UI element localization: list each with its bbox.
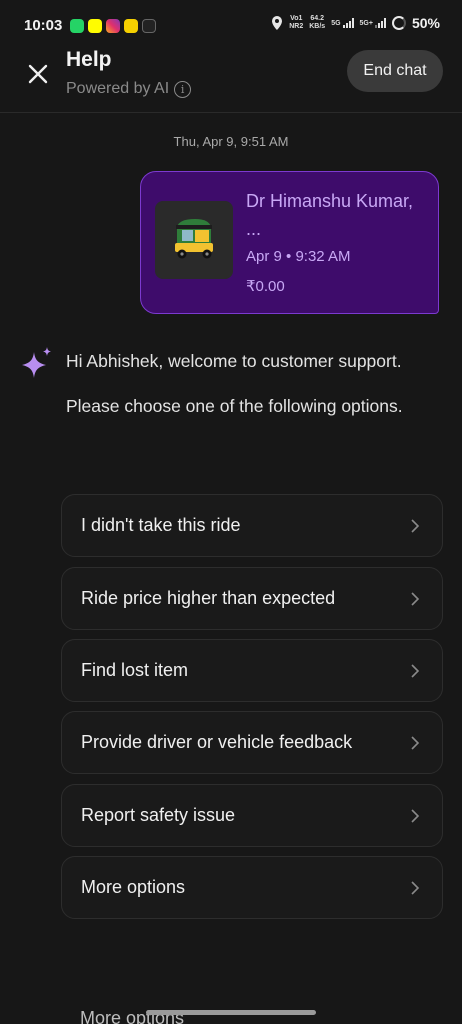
option-label: I didn't take this ride bbox=[81, 515, 241, 535]
option-label: Report safety issue bbox=[81, 805, 236, 825]
chevron-right-icon bbox=[411, 592, 420, 606]
chat-header: Help Powered by AI i End chat bbox=[0, 44, 462, 114]
close-button[interactable] bbox=[24, 60, 52, 88]
chevron-right-icon bbox=[411, 881, 420, 895]
sim1-signal-icon: 5G bbox=[331, 18, 354, 28]
status-right: Vo1 NR2 64.2 KB/s 5G 5G+ 50% bbox=[271, 15, 440, 31]
chevron-right-icon bbox=[411, 809, 420, 823]
chevron-right-icon bbox=[411, 736, 420, 750]
message-timestamp: Thu, Apr 9, 9:51 AM bbox=[173, 134, 289, 149]
instagram-icon bbox=[106, 19, 120, 33]
chevron-right-icon bbox=[411, 519, 420, 533]
snapchat-icon bbox=[88, 19, 102, 33]
auto-rickshaw-icon bbox=[175, 219, 213, 259]
trip-card[interactable]: Dr Himanshu Kumar, ... Apr 9 • 9:32 AM ₹… bbox=[140, 171, 439, 314]
option-find-lost-item[interactable]: Find lost item bbox=[61, 639, 443, 702]
powered-by-label: Powered by AI i bbox=[66, 80, 192, 98]
bot-prompt: Please choose one of the following optio… bbox=[66, 396, 403, 416]
network-speed: 64.2 KB/s bbox=[309, 15, 326, 30]
option-label: More options bbox=[81, 877, 186, 897]
trip-price: ₹0.00 bbox=[246, 278, 285, 295]
battery-percent: 50% bbox=[411, 15, 440, 31]
option-didnt-take-ride[interactable]: I didn't take this ride bbox=[61, 494, 443, 557]
uber-icon bbox=[142, 19, 156, 33]
status-bar: 10:03 Vo1 NR2 64.2 KB/s 5G 5G+ 50% bbox=[0, 0, 462, 48]
app-notification-icon bbox=[124, 19, 138, 33]
bot-greeting: Hi Abhishek, welcome to customer support… bbox=[66, 351, 402, 371]
chevron-right-icon bbox=[411, 664, 420, 678]
home-indicator[interactable] bbox=[146, 1010, 316, 1015]
sim2-signal-icon: 5G+ bbox=[360, 18, 386, 28]
whatsapp-icon bbox=[70, 19, 84, 33]
option-label: Provide driver or vehicle feedback bbox=[81, 732, 353, 752]
option-driver-feedback[interactable]: Provide driver or vehicle feedback bbox=[61, 711, 443, 774]
info-icon[interactable]: i bbox=[174, 80, 192, 98]
bot-message: Hi Abhishek, welcome to customer support… bbox=[66, 348, 426, 420]
battery-icon bbox=[391, 16, 406, 30]
notification-icons bbox=[70, 19, 156, 33]
location-icon bbox=[272, 16, 283, 30]
close-icon bbox=[28, 64, 48, 84]
network-label: Vo1 NR2 bbox=[289, 15, 304, 30]
end-chat-button[interactable]: End chat bbox=[347, 50, 443, 92]
trip-date: Apr 9 • 9:32 AM bbox=[246, 248, 351, 265]
option-label: Find lost item bbox=[81, 660, 189, 680]
trip-driver-name: Dr Himanshu Kumar, ... bbox=[246, 191, 414, 239]
option-safety-issue[interactable]: Report safety issue bbox=[61, 784, 443, 847]
option-price-higher[interactable]: Ride price higher than expected bbox=[61, 567, 443, 630]
option-more-options[interactable]: More options bbox=[61, 856, 443, 919]
header-divider bbox=[0, 112, 462, 113]
ai-sparkle-icon bbox=[22, 347, 51, 378]
status-time: 10:03 bbox=[24, 17, 63, 34]
option-label: Ride price higher than expected bbox=[81, 588, 336, 608]
trip-thumbnail bbox=[155, 201, 233, 279]
page-title: Help bbox=[66, 48, 112, 71]
